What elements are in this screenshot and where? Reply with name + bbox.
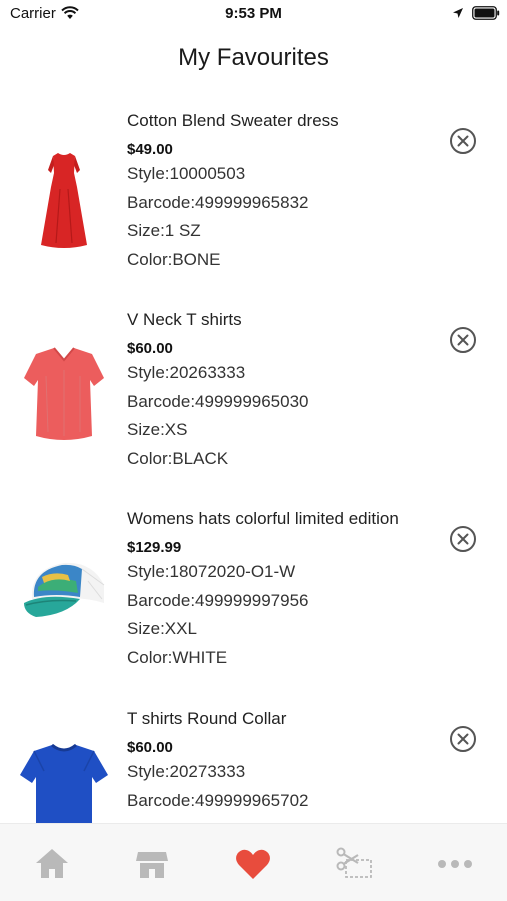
favourites-list[interactable]: Cotton Blend Sweater dress $49.00 Style:… xyxy=(0,95,507,823)
product-image-colorful-cap xyxy=(24,562,105,617)
product-name[interactable]: V Neck T shirts xyxy=(127,308,437,337)
product-info: Womens hats colorful limited edition $12… xyxy=(127,507,437,672)
product-size: Size:1 SZ xyxy=(127,221,201,240)
page-title: My Favourites xyxy=(178,44,329,71)
product-style: Style:18072020-O1-W xyxy=(127,562,296,581)
home-icon[interactable] xyxy=(32,844,72,884)
product-info: Cotton Blend Sweater dress $49.00 Style:… xyxy=(127,109,437,274)
product-style: Style:10000503 xyxy=(127,164,246,183)
product-info: T shirts Round Collar $60.00 Style:20273… xyxy=(127,707,437,815)
product-color: Color:BONE xyxy=(127,249,221,269)
product-barcode: Barcode:499999965702 xyxy=(127,790,309,810)
status-time: 9:53 PM xyxy=(225,5,282,22)
product-style: Style:20273333 xyxy=(127,762,246,781)
product-price: $60.00 xyxy=(127,340,173,357)
battery-icon xyxy=(472,6,500,20)
product-price: $129.99 xyxy=(127,539,182,556)
remove-favourite-button[interactable] xyxy=(448,724,478,754)
product-price: $49.00 xyxy=(127,141,173,158)
product-name[interactable]: Womens hats colorful limited edition xyxy=(127,507,437,536)
favourite-item[interactable]: T shirts Round Collar $60.00 Style:20273… xyxy=(0,693,507,823)
product-barcode: Barcode:499999965030 xyxy=(127,391,309,411)
product-name[interactable]: Cotton Blend Sweater dress xyxy=(127,109,437,138)
product-barcode: Barcode:499999965832 xyxy=(127,192,309,212)
location-arrow-icon xyxy=(453,8,463,18)
remove-favourite-button[interactable] xyxy=(448,325,478,355)
coupon-scissors-icon[interactable] xyxy=(334,844,374,884)
product-color: Color:BLACK xyxy=(127,448,229,468)
tab-bar xyxy=(0,823,507,901)
favourite-item[interactable]: Womens hats colorful limited edition $12… xyxy=(0,493,507,693)
remove-favourite-button[interactable] xyxy=(448,524,478,554)
product-name[interactable]: T shirts Round Collar xyxy=(127,707,437,736)
product-style: Style:20263333 xyxy=(127,363,246,382)
remove-favourite-button[interactable] xyxy=(448,126,478,156)
store-icon[interactable] xyxy=(132,844,172,884)
product-info: V Neck T shirts $60.00 Style:20263333 Ba… xyxy=(127,308,437,473)
product-barcode: Barcode:499999997956 xyxy=(127,590,309,610)
product-image-coral-tshirt xyxy=(24,347,104,440)
more-icon[interactable] xyxy=(435,844,475,884)
status-bar: Carrier 9:53 PM xyxy=(0,0,507,28)
product-size: Size:XXL xyxy=(127,619,197,638)
favourite-item[interactable]: V Neck T shirts $60.00 Style:20263333 Ba… xyxy=(0,294,507,494)
product-size: Size:XS xyxy=(127,420,188,439)
favourite-item[interactable]: Cotton Blend Sweater dress $49.00 Style:… xyxy=(0,95,507,295)
product-color: Color:WHITE xyxy=(127,647,228,667)
heart-icon[interactable] xyxy=(233,844,273,884)
product-image-red-dress xyxy=(41,153,87,248)
product-price: $60.00 xyxy=(127,739,173,756)
product-image-blue-tshirt xyxy=(20,743,108,823)
